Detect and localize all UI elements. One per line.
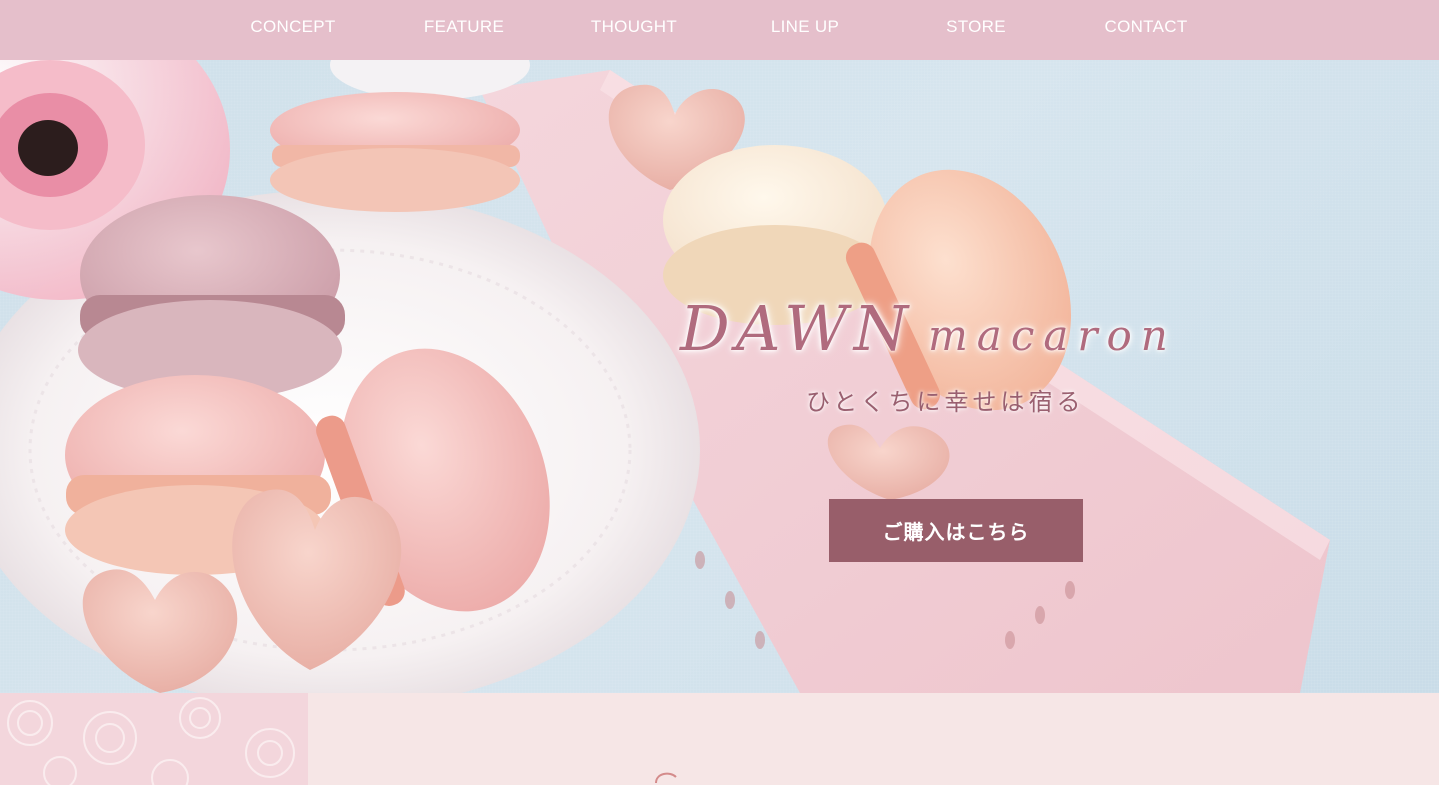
hero-background-image	[0, 60, 1330, 693]
brand-main: DAWN	[680, 292, 914, 365]
brand-sub: macaron	[927, 311, 1177, 360]
nav-item-contact[interactable]: CONTACT	[1105, 17, 1188, 37]
top-nav: CONCEPT FEATURE THOUGHT LINE UP STORE CO…	[0, 0, 1439, 60]
concept-section	[0, 693, 1439, 785]
hero-section: DAWN macaron ひとくちに幸せは宿る ご購入はこちら	[0, 60, 1439, 693]
lace-decoration	[0, 693, 308, 785]
nav-item-feature[interactable]: FEATURE	[424, 17, 504, 37]
brand-logo-title: DAWN macaron	[680, 292, 1240, 372]
section-heading-ornament	[655, 772, 677, 784]
nav-item-store[interactable]: STORE	[946, 17, 1006, 37]
hero-tagline: ひとくちに幸せは宿る	[806, 388, 1085, 416]
nav-item-thought[interactable]: THOUGHT	[591, 17, 677, 37]
nav-item-concept[interactable]: CONCEPT	[250, 17, 335, 37]
buy-button[interactable]: ご購入はこちら	[829, 499, 1083, 562]
nav-item-line-up[interactable]: LINE UP	[771, 17, 839, 37]
